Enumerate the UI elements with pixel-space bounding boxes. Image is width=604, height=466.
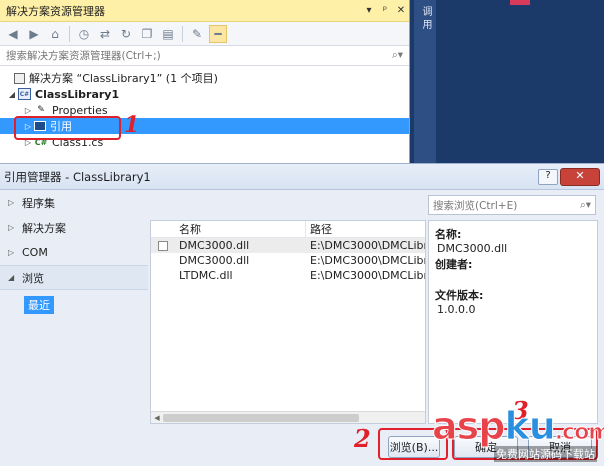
detail-creator-label: 创建者: xyxy=(435,258,473,271)
collapse-all-icon[interactable]: ❐ xyxy=(138,25,156,43)
solution-explorer-toolbar: ◀ ▶ ⌂ ◷ ⇄ ↻ ❐ ▤ ✎ ━ xyxy=(0,22,409,46)
dialog-titlebar: 引用管理器 - ClassLibrary1 ? ✕ xyxy=(0,164,604,190)
reference-path: E:\DMC3000\DMCLibra xyxy=(310,269,425,282)
back-icon[interactable]: ◀ xyxy=(4,25,22,43)
detail-name-value: DMC3000.dll xyxy=(437,242,508,255)
close-icon[interactable]: ✕ xyxy=(393,5,409,16)
expand-arrow-icon: ▷ xyxy=(8,248,15,257)
watermark-logo: aspku.com xyxy=(431,404,604,449)
reference-name: LTDMC.dll xyxy=(179,269,233,282)
scrollbar-thumb[interactable] xyxy=(163,413,359,422)
category-recent[interactable]: 最近 xyxy=(24,296,54,314)
csharp-project-icon: C# xyxy=(18,88,31,100)
category-browse[interactable]: ◢ 浏览 xyxy=(0,265,148,290)
annotation-number-2: 2 xyxy=(354,424,371,453)
collapse-arrow-icon[interactable]: ◢ xyxy=(6,90,18,99)
details-pane: 名称: DMC3000.dll 创建者: 文件版本: 1.0.0.0 xyxy=(428,220,598,424)
wrench-icon: ✎ xyxy=(37,105,45,115)
sync-icon[interactable]: ⇄ xyxy=(96,25,114,43)
category-com[interactable]: ▷ COM xyxy=(0,240,148,265)
detail-version-value: 1.0.0.0 xyxy=(437,303,476,316)
reference-path: E:\DMC3000\DMCLibra xyxy=(310,239,425,252)
site-watermark: aspku.com 免费网站源码下载站 xyxy=(431,404,604,464)
toolbar-divider xyxy=(69,25,70,42)
home-icon[interactable]: ⌂ xyxy=(46,25,64,43)
search-icon[interactable]: ⌕▾ xyxy=(580,199,591,212)
list-item[interactable]: LTDMC.dll E:\DMC3000\DMCLibra xyxy=(151,268,425,283)
solution-explorer-search-input[interactable]: 搜索解决方案资源管理器(Ctrl+;) xyxy=(6,48,392,63)
solution-icon xyxy=(14,72,25,84)
side-tab-strip: 调 用 xyxy=(414,0,436,163)
tree-item-label: Properties xyxy=(52,103,108,117)
category-nav: ▷ 程序集 ▷ 解决方案 ▷ COM ◢ 浏览 最近 xyxy=(0,190,148,422)
detail-name-label: 名称: xyxy=(435,228,462,241)
column-header-path[interactable]: 路径 xyxy=(306,221,425,237)
accent-bar xyxy=(510,0,530,5)
tree-item-label: ClassLibrary1 xyxy=(35,87,120,101)
expand-arrow-icon: ▷ xyxy=(8,198,15,207)
category-assemblies[interactable]: ▷ 程序集 xyxy=(0,190,148,215)
solution-explorer-titlebar: 解决方案资源管理器 ▾ ᵖ ✕ xyxy=(0,0,409,22)
tree-item-project[interactable]: ◢ C# ClassLibrary1 xyxy=(0,86,409,102)
column-header-name[interactable]: 名称 xyxy=(175,221,306,237)
reference-checkbox[interactable] xyxy=(158,240,168,251)
category-label: COM xyxy=(22,246,48,259)
pin-icon[interactable]: ᵖ xyxy=(377,5,393,16)
solution-explorer-search[interactable]: 搜索解决方案资源管理器(Ctrl+;) ⌕▾ xyxy=(0,46,409,66)
properties-wrench-icon[interactable]: ✎ xyxy=(188,25,206,43)
collapse-arrow-icon: ◢ xyxy=(8,273,15,282)
solution-explorer-title: 解决方案资源管理器 xyxy=(6,4,105,18)
expand-arrow-icon: ▷ xyxy=(8,223,15,232)
category-label: 解决方案 xyxy=(22,221,66,235)
tree-item-solution[interactable]: 解决方案 “ClassLibrary1” (1 个项目) xyxy=(0,70,409,86)
close-button[interactable]: ✕ xyxy=(560,167,600,186)
watermark-subtitle: 免费网站源码下载站 xyxy=(494,446,597,462)
annotation-number-1: 1 xyxy=(124,112,140,138)
dropdown-icon[interactable]: ▾ xyxy=(361,5,377,16)
reference-list: 名称 路径 DMC3000.dll E:\DMC3000\DMCLibra DM… xyxy=(150,220,426,424)
annotation-box-references xyxy=(14,116,121,140)
category-solution[interactable]: ▷ 解决方案 xyxy=(0,215,148,240)
pending-changes-icon[interactable]: ◷ xyxy=(75,25,93,43)
search-icon[interactable]: ⌕▾ xyxy=(392,49,403,62)
category-label: 程序集 xyxy=(22,196,55,210)
dialog-title: 引用管理器 - ClassLibrary1 xyxy=(4,169,151,184)
help-button[interactable]: ? xyxy=(538,168,558,185)
tree-item-label: 解决方案 “ClassLibrary1” (1 个项目) xyxy=(29,72,218,85)
show-all-files-icon[interactable]: ▤ xyxy=(159,25,177,43)
list-item[interactable]: DMC3000.dll E:\DMC3000\DMCLibra xyxy=(151,253,425,268)
reference-name: DMC3000.dll xyxy=(179,239,250,252)
preview-icon[interactable]: ━ xyxy=(209,24,227,43)
category-label: 浏览 xyxy=(22,271,44,285)
browse-search[interactable]: 搜索浏览(Ctrl+E) ⌕▾ xyxy=(428,195,596,215)
scroll-left-icon[interactable]: ◀ xyxy=(151,414,163,422)
reference-path: E:\DMC3000\DMCLibra xyxy=(310,254,425,267)
reference-name: DMC3000.dll xyxy=(179,254,250,267)
browse-search-input[interactable]: 搜索浏览(Ctrl+E) xyxy=(433,198,580,213)
list-header: 名称 路径 xyxy=(151,221,425,238)
detail-version-label: 文件版本: xyxy=(435,289,484,302)
toolbar-divider xyxy=(182,25,183,42)
refresh-icon[interactable]: ↻ xyxy=(117,25,135,43)
expand-arrow-icon[interactable]: ▷ xyxy=(22,106,34,115)
side-tab-label[interactable]: 调 用 xyxy=(418,0,433,29)
forward-icon[interactable]: ▶ xyxy=(25,25,43,43)
horizontal-scrollbar[interactable]: ◀ xyxy=(151,411,425,423)
editor-background: 调 用 xyxy=(410,0,604,163)
list-item[interactable]: DMC3000.dll E:\DMC3000\DMCLibra xyxy=(151,238,425,253)
